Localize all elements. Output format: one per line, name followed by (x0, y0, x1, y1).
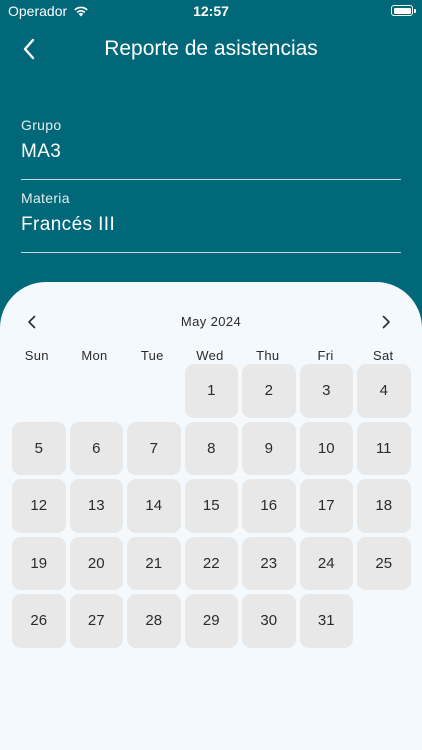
month-header: May 2024 (0, 312, 422, 332)
calendar-day[interactable]: 23 (242, 536, 296, 590)
calendar-day[interactable]: 12 (12, 479, 66, 533)
calendar-day[interactable]: 19 (12, 536, 66, 590)
calendar-day[interactable]: 5 (12, 421, 66, 475)
calendar-day[interactable]: 27 (69, 594, 123, 648)
next-month-button[interactable] (376, 312, 396, 332)
calendar-day[interactable]: 26 (12, 594, 66, 648)
status-bar: Operador 12:57 (0, 0, 422, 24)
weekday-header-row: Sun Mon Tue Wed Thu Fri Sat (10, 348, 412, 363)
calendar-day[interactable]: 14 (127, 479, 181, 533)
weekday-label: Sat (373, 348, 394, 363)
calendar-day[interactable]: 29 (184, 594, 238, 648)
calendar-day[interactable]: 13 (69, 479, 123, 533)
calendar-day[interactable]: 4 (357, 364, 411, 418)
calendar-empty-cell (127, 364, 181, 418)
battery-icon (391, 5, 416, 16)
calendar-day[interactable]: 25 (357, 536, 411, 590)
weekday-label: Sun (24, 348, 49, 363)
grupo-field[interactable]: Grupo MA3 (21, 117, 401, 180)
calendar-day[interactable]: 20 (69, 536, 123, 590)
page-title: Reporte de asistencias (104, 37, 318, 60)
materia-value: Francés III (21, 214, 116, 235)
calendar-empty-cell (12, 364, 66, 418)
grupo-label: Grupo (21, 117, 62, 133)
calendar-day[interactable]: 6 (69, 421, 123, 475)
grupo-value: MA3 (21, 141, 62, 162)
back-button[interactable] (14, 34, 44, 64)
weekday-label: Thu (256, 348, 280, 363)
weekday-label: Fri (317, 348, 334, 363)
calendar-day[interactable]: 3 (299, 364, 353, 418)
calendar-empty-cell (70, 364, 124, 418)
calendar-day[interactable]: 1 (184, 364, 238, 418)
weekday-label: Wed (196, 348, 224, 363)
calendar-day[interactable]: 7 (127, 421, 181, 475)
weekday-label: Mon (81, 348, 108, 363)
materia-label: Materia (21, 190, 70, 206)
materia-field[interactable]: Materia Francés III (21, 190, 401, 253)
chevron-left-icon (23, 38, 35, 60)
calendar-day[interactable]: 15 (184, 479, 238, 533)
weekday-label: Tue (140, 348, 164, 363)
calendar-day[interactable]: 31 (299, 594, 353, 648)
calendar-day[interactable]: 22 (184, 536, 238, 590)
calendar-day[interactable]: 11 (357, 421, 411, 475)
month-title: May 2024 (180, 314, 242, 329)
calendar-day[interactable]: 21 (127, 536, 181, 590)
calendar-day[interactable]: 16 (242, 479, 296, 533)
status-time: 12:57 (193, 3, 229, 19)
calendar-day[interactable]: 18 (357, 479, 411, 533)
calendar-day[interactable]: 28 (127, 594, 181, 648)
calendar-day[interactable]: 30 (242, 594, 296, 648)
calendar-day[interactable]: 24 (299, 536, 353, 590)
calendar-day[interactable]: 2 (242, 364, 296, 418)
calendar-day[interactable]: 8 (184, 421, 238, 475)
navigation-bar: Reporte de asistencias (0, 28, 422, 72)
calendar-day[interactable]: 9 (242, 421, 296, 475)
calendar-days-grid: 1 2 3 4 5 6 7 8 9 10 11 12 13 14 15 16 17 18 19 20 21 22 23 24 2… (12, 364, 412, 648)
calendar-day[interactable]: 17 (299, 479, 353, 533)
calendar-day[interactable]: 10 (299, 421, 353, 475)
chevron-right-icon (382, 315, 390, 329)
calendar-sheet: May 2024 Sun Mon Tue Wed Thu Fri Sat 123… (0, 282, 422, 750)
